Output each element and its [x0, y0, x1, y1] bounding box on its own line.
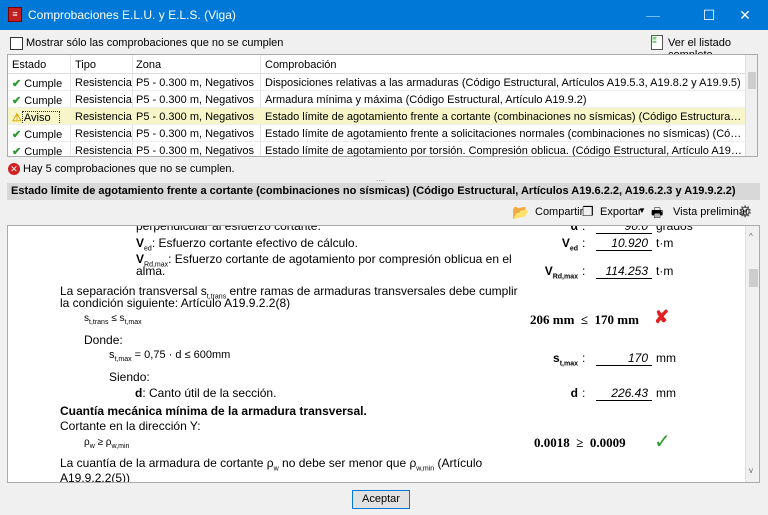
window-title: Comprobaciones E.L.U. y E.L.S. (Viga): [28, 8, 236, 22]
report-content: perpendicular al esfuerzo cortante. α : …: [7, 225, 760, 483]
check-icon: ✔: [12, 95, 22, 107]
alpha-unit: grados: [656, 225, 693, 233]
content-scrollbar[interactable]: ^ v: [745, 226, 759, 482]
table-row[interactable]: ✔ Cumple Resistencia P5 - 0.300 m, Negativ…: [8, 91, 746, 108]
rho-result: 0.0018 ≥ 0.0009: [534, 435, 626, 450]
pass-icon: ✓: [654, 431, 671, 453]
d-value: 226.43: [596, 386, 652, 401]
text-siendo: Siendo:: [109, 370, 150, 384]
col-zona[interactable]: Zona: [136, 59, 161, 71]
scrollbar-thumb[interactable]: [749, 269, 758, 287]
table-row[interactable]: ✔ Cumple Resistencia P5 - 0.300 m, Negativ…: [8, 125, 746, 142]
vrd-value: 114.253: [596, 264, 652, 279]
title-bar: ≡ Comprobaciones E.L.U. y E.L.S. (Viga) …: [0, 0, 768, 30]
table-row[interactable]: ✔ Cumple Resistencia P5 - 0.300 m, Negativ…: [8, 142, 746, 157]
colon: :: [582, 351, 586, 365]
stmax-formula: st,max = 0,75 · d ≤ 600mm: [109, 349, 231, 364]
fail-icon: ✘: [654, 307, 670, 327]
table-row-selected[interactable]: ⚠ Aviso Resistencia P5 - 0.300 m, Negativos…: [8, 108, 746, 125]
text-cortante: Cortante en la dirección Y:: [60, 419, 201, 433]
table-row[interactable]: ✔ Cumple Resistencia P5 - 0.300 m, Negativ…: [8, 74, 746, 91]
app-icon: ≡: [8, 7, 22, 22]
splitter-handle[interactable]: ....: [376, 174, 385, 183]
scrollbar-thumb[interactable]: [748, 72, 756, 89]
checks-table: Estado Tipo Zona Comprobación ✔ Cumple Re…: [7, 54, 758, 157]
list-icon[interactable]: ≡ ≡: [651, 34, 663, 50]
close-button[interactable]: ✕: [722, 0, 768, 30]
print-icon[interactable]: 🖶: [651, 204, 663, 226]
ved-unit: t·m: [656, 236, 674, 250]
minimize-button[interactable]: —: [630, 0, 676, 30]
vrd-line-2: alma.: [136, 264, 166, 278]
show-failed-only-label[interactable]: Mostrar sólo las comprobaciones que no s…: [26, 37, 283, 49]
dropdown-arrow-icon[interactable]: ▼: [638, 206, 646, 215]
col-comprobacion[interactable]: Comprobación: [265, 59, 743, 71]
ved-value: 10.920: [596, 236, 652, 251]
section-title: Estado límite de agotamiento frente a co…: [7, 183, 760, 200]
d-unit: mm: [656, 386, 676, 400]
colon: :: [582, 236, 586, 250]
warning-icon: ⚠: [12, 112, 22, 124]
text-line: perpendicular al esfuerzo cortante.: [136, 225, 321, 233]
export-icon[interactable]: ❐: [582, 204, 594, 220]
ved-symbol: Ved: [561, 236, 578, 253]
check-icon: ✔: [12, 78, 22, 90]
paragraph-2: la condición siguiente: Artículo A19.9.2…: [60, 296, 291, 310]
table-scrollbar[interactable]: [745, 55, 757, 156]
formula: st,trans ≤ st,max: [84, 313, 142, 326]
table-header: Estado Tipo Zona Comprobación: [8, 55, 746, 74]
stmax-symbol: st,max: [553, 351, 578, 368]
ved-line: Ved: Esfuerzo cortante efectivo de cálcu…: [136, 236, 358, 253]
d-line: d: Canto útil de la sección.: [135, 386, 277, 400]
gear-icon[interactable]: ⚙: [738, 202, 752, 222]
col-tipo[interactable]: Tipo: [75, 59, 96, 71]
error-icon: ✕: [8, 163, 20, 175]
export-button[interactable]: Exportar: [600, 206, 642, 218]
check-icon: ✔: [12, 146, 22, 157]
status-message: Hay 5 comprobaciones que no se cumplen.: [23, 163, 235, 175]
colon: :: [582, 264, 586, 278]
show-failed-only-checkbox[interactable]: [10, 37, 23, 50]
alpha-symbol: α: [570, 225, 578, 233]
vrd-unit: t·m: [656, 264, 674, 278]
text-donde: Donde:: [84, 333, 123, 347]
stmax-unit: mm: [656, 351, 676, 365]
share-icon[interactable]: 📂: [512, 204, 529, 221]
col-estado[interactable]: Estado: [12, 59, 72, 71]
subheading: Cuantía mecánica mínima de la armadura t…: [60, 404, 367, 418]
colon: :: [582, 225, 586, 233]
rho-formula: ρw ≥ ρw,min: [84, 437, 130, 450]
paragraph-3: La cuantía de la armadura de cortante ρw…: [60, 456, 483, 473]
stmax-value: 170: [596, 351, 652, 366]
vrd-symbol: VRd,max: [544, 264, 578, 281]
share-button[interactable]: Compartir: [535, 206, 583, 218]
accept-button[interactable]: Aceptar: [352, 490, 410, 509]
d-symbol: d: [570, 386, 578, 400]
paragraph-3-line-2: A19.9.2.2(5)): [60, 471, 131, 483]
vrd-line: VRd,max: Esfuerzo cortante de agotamient…: [136, 252, 512, 269]
check-icon: ✔: [12, 129, 22, 141]
colon: :: [582, 386, 586, 400]
alpha-value: 90.0: [596, 226, 652, 234]
formula-result: 206 mm ≤ 170 mm: [530, 312, 639, 327]
